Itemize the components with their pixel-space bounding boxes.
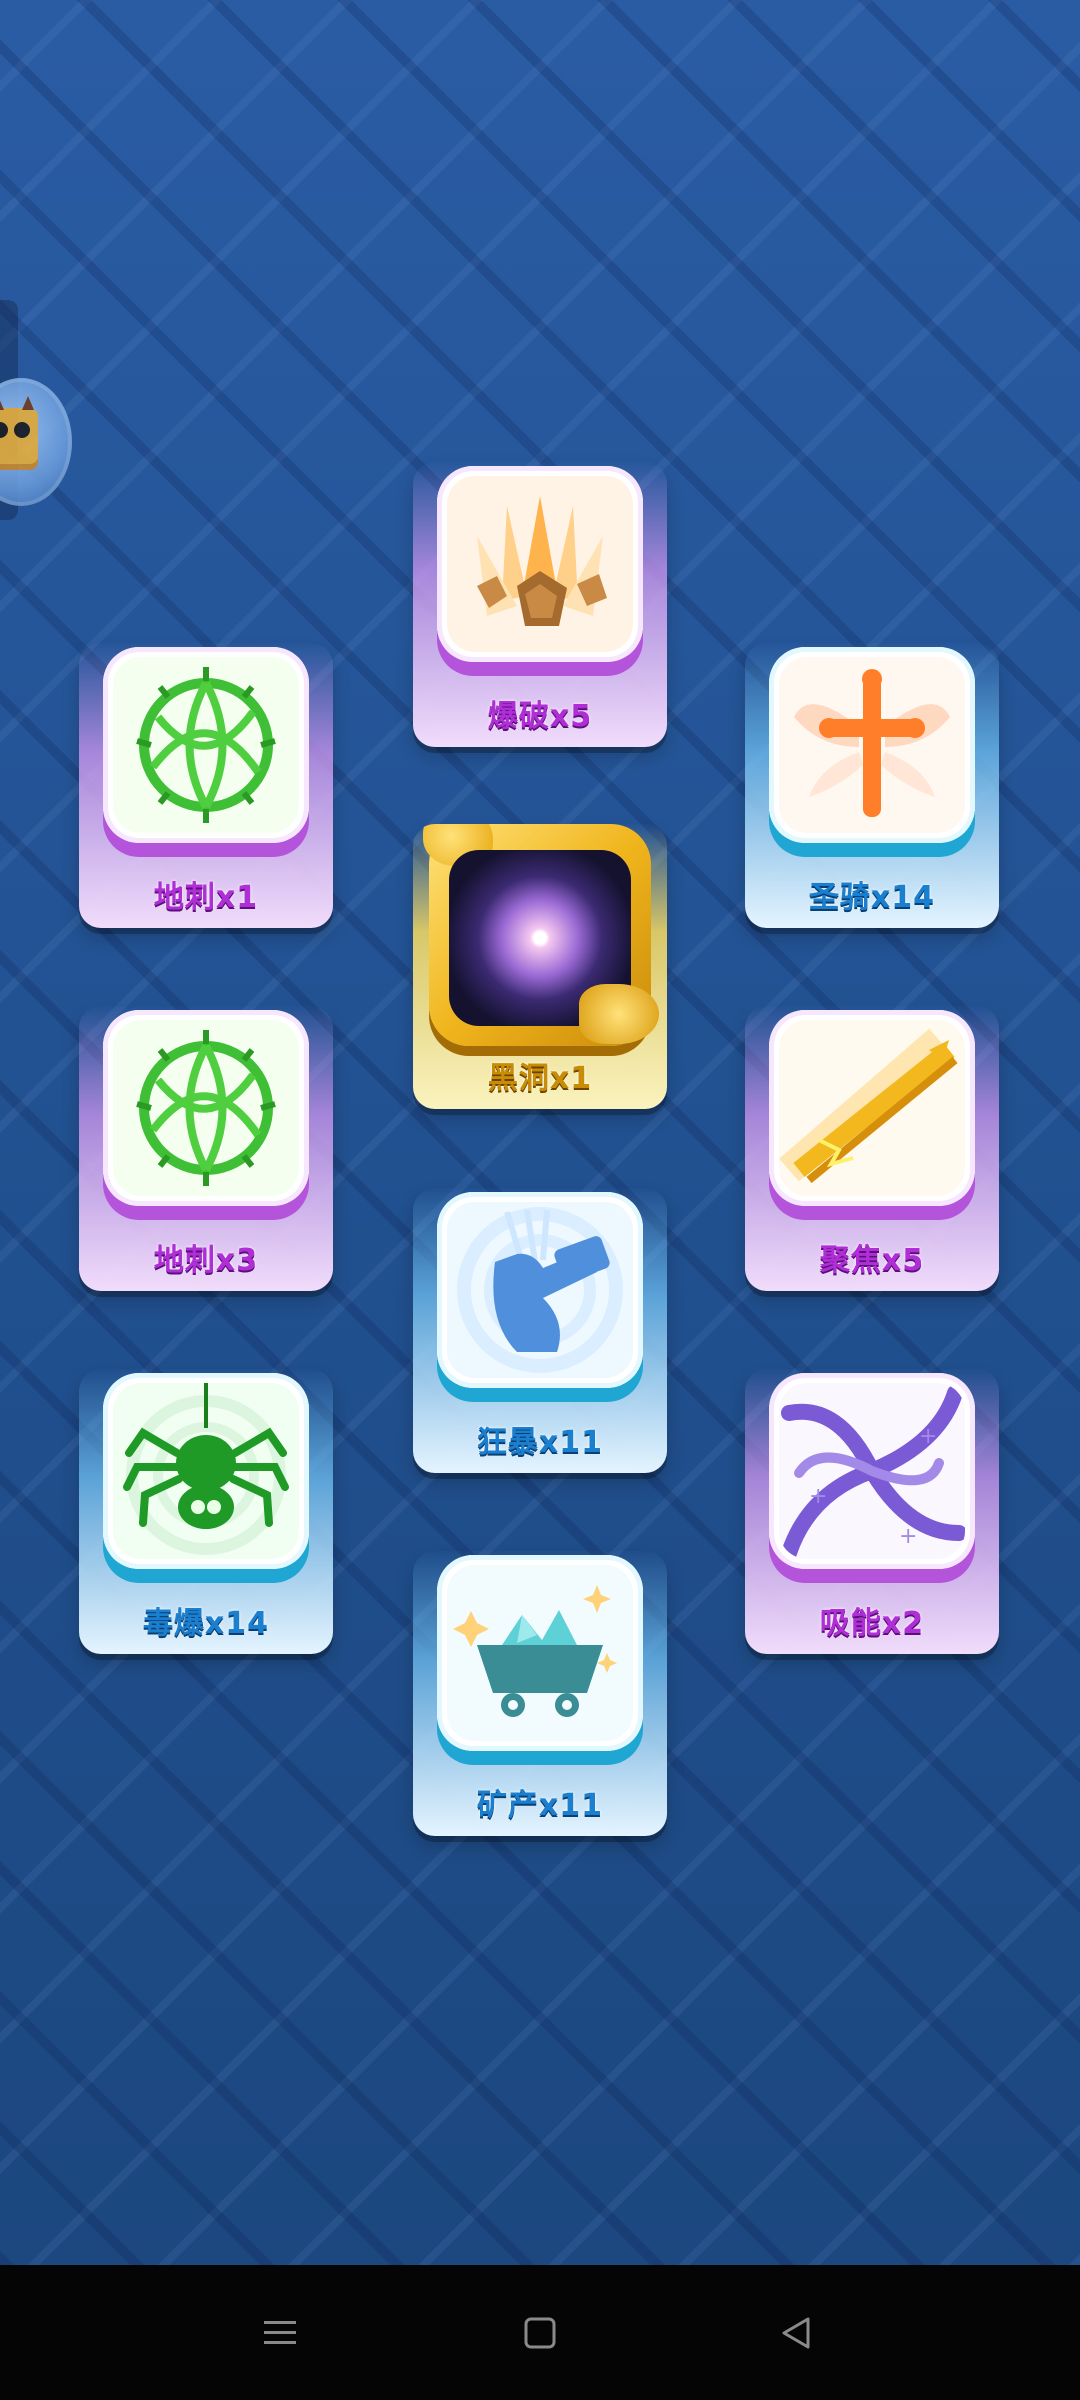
skill-label: 爆破x5 [487, 699, 593, 734]
skill-label: 圣骑x14 [808, 880, 936, 915]
skill-card-rage[interactable]: 狂暴x11 [413, 1188, 667, 1473]
hammer-icon [447, 1202, 633, 1378]
skill-tile [437, 466, 643, 662]
skill-label: 吸能x2 [819, 1606, 925, 1641]
monster-avatar-icon [0, 396, 38, 470]
focus-beam-icon [779, 1020, 965, 1196]
explosion-icon [447, 476, 633, 652]
menu-icon [264, 2321, 296, 2344]
winged-cross-icon [779, 657, 965, 833]
skill-label: 地刺x1 [153, 880, 259, 915]
skill-tile [437, 1192, 643, 1388]
home-button[interactable] [500, 2295, 580, 2371]
back-icon [782, 2317, 810, 2349]
thorn-bush-icon [113, 657, 299, 833]
swirl-icon: + + + [779, 1383, 965, 1559]
skill-card-focus[interactable]: 聚焦x5 [745, 1006, 999, 1291]
skill-tile [769, 1010, 975, 1206]
skill-label: 毒爆x14 [142, 1606, 270, 1641]
skill-card-poison[interactable]: 毒爆x14 [79, 1369, 333, 1654]
skill-card-mine[interactable]: 矿产x11 [413, 1551, 667, 1836]
skill-tile [103, 1373, 309, 1569]
skill-label: 地刺x3 [153, 1243, 259, 1278]
skill-label: 黑洞x1 [487, 1061, 593, 1096]
dragon-tail-ornament [579, 984, 659, 1044]
svg-text:+: + [899, 1524, 917, 1549]
svg-text:+: + [809, 1484, 827, 1509]
skill-card-black-hole[interactable]: 黑洞x1 [413, 824, 667, 1109]
skill-tile [769, 647, 975, 843]
system-nav-bar [0, 2265, 1080, 2400]
skill-card-paladin[interactable]: 圣骑x14 [745, 643, 999, 928]
skill-card-spike-3[interactable]: 地刺x3 [79, 1006, 333, 1291]
back-button[interactable] [756, 2295, 836, 2371]
spider-icon [113, 1383, 299, 1559]
skill-card-explode[interactable]: 爆破x5 [413, 462, 667, 747]
thorn-bush-icon [113, 1020, 299, 1196]
skill-tile [103, 647, 309, 843]
home-icon [524, 2317, 556, 2349]
skill-tile: + + + [769, 1373, 975, 1569]
skill-card-absorb[interactable]: + + + 吸能x2 [745, 1369, 999, 1654]
skill-label: 矿产x11 [476, 1788, 604, 1823]
svg-text:+: + [919, 1424, 937, 1449]
skill-label: 聚焦x5 [819, 1243, 925, 1278]
skill-label: 狂暴x11 [476, 1425, 604, 1460]
skill-card-spike-1[interactable]: 地刺x1 [79, 643, 333, 928]
menu-button[interactable] [240, 2295, 320, 2371]
gold-frame [423, 824, 659, 1046]
skill-tile [437, 1555, 643, 1751]
mine-cart-icon [447, 1565, 633, 1741]
skill-tile [103, 1010, 309, 1206]
